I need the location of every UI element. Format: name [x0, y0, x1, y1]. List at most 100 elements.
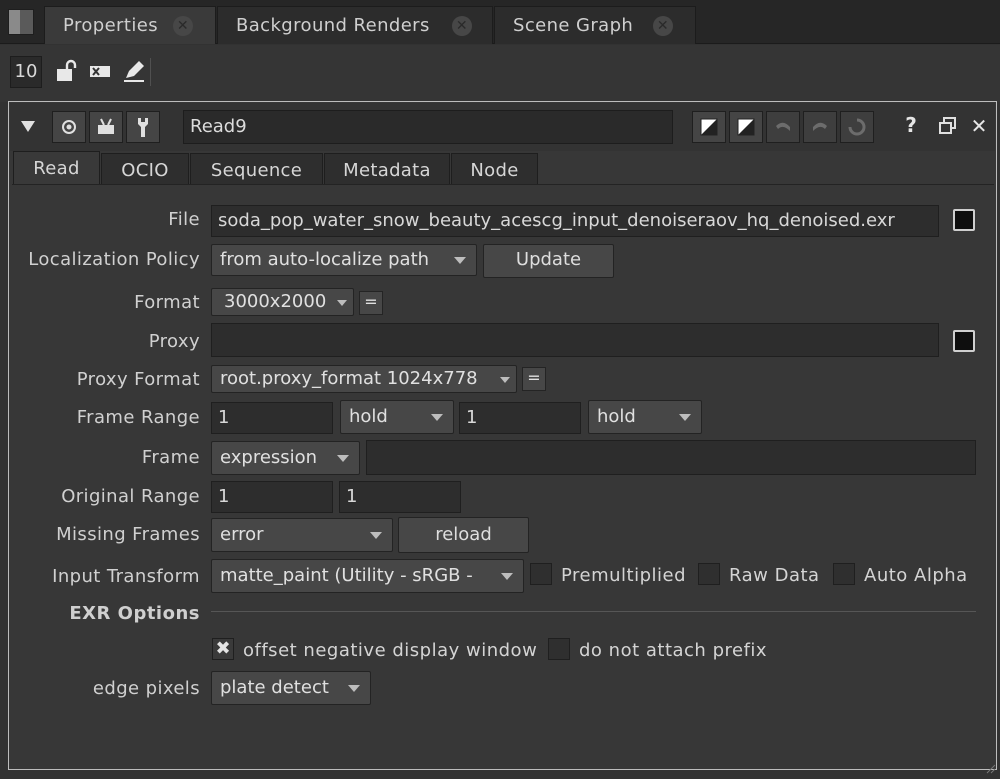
node-properties-panel	[8, 101, 997, 770]
auto-alpha-checkbox[interactable]	[833, 563, 855, 585]
panel-menu-handle[interactable]	[8, 9, 34, 35]
dropdown-value: error	[220, 524, 264, 545]
undo-icon[interactable]	[766, 111, 800, 143]
frame-range-first-field[interactable]: 1	[211, 402, 333, 434]
offset-negative-checkbox[interactable]: ✖	[212, 638, 234, 660]
file-path-text: soda_pop_water_snow_beauty_acescg_input_…	[218, 210, 895, 231]
revert-icon[interactable]	[840, 111, 874, 143]
tab-background-renders[interactable]: Background Renders ✕	[217, 6, 493, 44]
input-pipes-icon[interactable]	[89, 111, 123, 143]
localization-policy-dropdown[interactable]: from auto-localize path	[211, 244, 477, 276]
tab-divider	[12, 184, 994, 185]
dropdown-value: hold	[349, 406, 388, 427]
close-panel-icon[interactable]: ✕	[968, 114, 990, 140]
proxy-format-dropdown[interactable]: root.proxy_format 1024x778	[211, 365, 517, 393]
dropdown-value: hold	[597, 406, 636, 427]
tab-properties[interactable]: Properties ✕	[44, 6, 216, 44]
proxy-browser-icon[interactable]	[953, 330, 975, 352]
localization-policy-label: Localization Policy	[28, 249, 200, 270]
dropdown-value: matte_paint (Utility - sRGB -	[220, 565, 473, 586]
proxy-format-edit-button[interactable]: =	[522, 367, 546, 391]
original-range-first-field[interactable]: 1	[211, 481, 333, 513]
frame-label: Frame	[141, 447, 200, 468]
dropdown-value: root.proxy_format 1024x778	[220, 368, 478, 389]
file-label: File	[168, 209, 200, 230]
no-prefix-label: do not attach prefix	[579, 640, 768, 661]
input-transform-dropdown[interactable]: matte_paint (Utility - sRGB -	[211, 559, 524, 593]
missing-frames-dropdown[interactable]: error	[211, 518, 393, 552]
chevron-down-icon	[454, 257, 466, 264]
tab-label: Scene Graph	[513, 15, 634, 36]
clear-panels-icon[interactable]	[86, 58, 114, 86]
max-panels-counter[interactable]: 10	[10, 56, 42, 88]
no-prefix-checkbox[interactable]	[548, 638, 570, 660]
reload-button[interactable]: reload	[398, 517, 529, 553]
proxy-path-field[interactable]	[211, 323, 939, 357]
offset-negative-label: offset negative display window	[243, 640, 538, 661]
frame-expression-field[interactable]	[366, 440, 976, 475]
chevron-down-icon	[679, 414, 691, 421]
edge-pixels-label: edge pixels	[92, 678, 200, 699]
format-label: Format	[134, 292, 200, 313]
original-range-last-field[interactable]: 1	[339, 481, 461, 513]
chevron-down-icon	[501, 573, 513, 580]
hide-swatch-icon[interactable]	[729, 111, 763, 143]
redo-icon[interactable]	[803, 111, 837, 143]
premultiplied-checkbox[interactable]	[530, 563, 552, 585]
frame-mode-dropdown[interactable]: expression	[211, 441, 360, 475]
frame-range-after-dropdown[interactable]: hold	[588, 400, 702, 434]
tab-scene-graph[interactable]: Scene Graph ✕	[494, 6, 696, 44]
proxy-label: Proxy	[148, 331, 200, 352]
chevron-down-icon	[370, 532, 382, 539]
tab-sequence[interactable]: Sequence	[190, 153, 323, 185]
chevron-down-icon	[337, 455, 349, 462]
dropdown-value: from auto-localize path	[220, 249, 430, 270]
format-edit-button[interactable]: =	[359, 291, 383, 315]
tab-label: Properties	[63, 15, 158, 36]
dropdown-value: plate detect	[220, 677, 329, 698]
dropdown-value: expression	[220, 447, 318, 468]
update-button[interactable]: Update	[483, 244, 614, 278]
raw-data-checkbox[interactable]	[698, 563, 720, 585]
exr-options-heading: EXR Options	[69, 603, 200, 624]
original-range-label: Original Range	[61, 486, 200, 507]
lock-icon[interactable]	[52, 58, 80, 86]
frame-range-label: Frame Range	[76, 407, 200, 428]
resize-grip-icon[interactable]	[984, 758, 996, 774]
dropdown-value: 3000x2000	[224, 291, 327, 312]
tab-label: Background Renders	[236, 15, 430, 36]
frame-range-last-field[interactable]: 1	[459, 402, 581, 434]
pencil-icon[interactable]	[120, 58, 148, 86]
tab-metadata[interactable]: Metadata	[324, 153, 450, 185]
file-browser-icon[interactable]	[953, 209, 975, 231]
close-icon[interactable]: ✕	[173, 16, 193, 36]
missing-frames-label: Missing Frames	[56, 524, 200, 545]
node-name-field[interactable]: Read9	[183, 110, 673, 144]
raw-data-label: Raw Data	[729, 565, 820, 586]
tab-read[interactable]: Read	[13, 151, 100, 185]
premultiplied-label: Premultiplied	[561, 565, 687, 586]
color-swatch-icon[interactable]	[692, 111, 726, 143]
collapse-triangle-icon[interactable]	[18, 116, 38, 136]
close-icon[interactable]: ✕	[653, 16, 673, 36]
wrench-icon[interactable]	[126, 111, 160, 143]
frame-range-before-dropdown[interactable]: hold	[340, 400, 454, 434]
close-icon[interactable]: ✕	[452, 16, 472, 36]
chevron-down-icon	[500, 377, 510, 383]
view-node-icon[interactable]	[52, 111, 86, 143]
float-panel-icon[interactable]	[938, 116, 960, 138]
chevron-down-icon	[348, 685, 360, 692]
chevron-down-icon	[431, 414, 443, 421]
edge-pixels-dropdown[interactable]: plate detect	[211, 671, 371, 705]
help-icon[interactable]: ?	[900, 113, 922, 139]
input-transform-label: Input Transform	[52, 566, 200, 587]
proxy-format-label: Proxy Format	[76, 369, 200, 390]
file-path-field[interactable]: soda_pop_water_snow_beauty_acescg_input_…	[211, 205, 939, 237]
auto-alpha-label: Auto Alpha	[864, 565, 968, 586]
chevron-down-icon	[337, 300, 347, 306]
section-divider	[211, 611, 976, 612]
tab-ocio[interactable]: OCIO	[101, 153, 189, 185]
toolbar-divider	[150, 58, 151, 86]
format-dropdown[interactable]: 3000x2000	[211, 288, 354, 316]
tab-node[interactable]: Node	[451, 153, 538, 185]
